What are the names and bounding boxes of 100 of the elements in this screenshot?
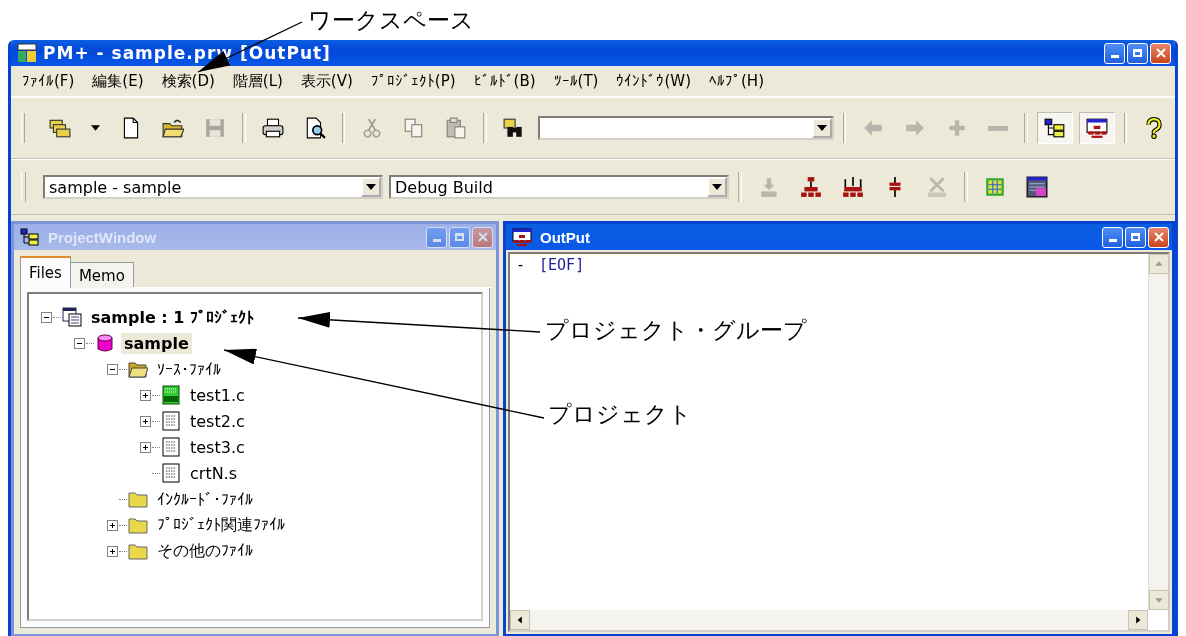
folder-icon	[162, 117, 185, 139]
minus-icon	[77, 340, 82, 346]
tree-item[interactable]: ｲﾝｸﾙｰﾄﾞ･ﾌｧｲﾙ	[154, 488, 256, 510]
menu-item[interactable]: 階層(L)	[225, 69, 290, 93]
bricks-arrows-icon	[842, 176, 864, 198]
expand-toggle[interactable]	[107, 545, 118, 557]
maximize-button[interactable]	[1127, 42, 1148, 64]
pane-title: ProjectWindow	[48, 228, 158, 246]
tree-icon	[1043, 117, 1066, 139]
caret-icon	[366, 184, 376, 190]
printer-icon	[261, 117, 284, 139]
plus-icon	[143, 444, 148, 450]
tree-item[interactable]: test1.c	[187, 384, 248, 406]
expand-toggle[interactable]	[140, 389, 151, 401]
pane-title: OutPut	[540, 228, 591, 246]
callout-label: プロジェクト	[548, 400, 692, 428]
bricks-arrow-icon	[800, 176, 822, 198]
caret-icon	[712, 184, 722, 190]
plus-icon	[110, 548, 115, 554]
tree-icon	[20, 227, 40, 247]
combo-box[interactable]: Debug Build	[389, 175, 729, 199]
menu-item[interactable]: ﾂｰﾙ(T)	[546, 70, 606, 92]
tab[interactable]: Files	[20, 256, 71, 288]
horizontal-scrollbar[interactable]	[510, 610, 1148, 630]
folder-icon	[128, 489, 148, 509]
maximize-icon	[1131, 233, 1140, 241]
plus-icon	[143, 418, 148, 424]
binoculars-icon	[502, 117, 525, 139]
dropdown-button[interactable]	[707, 177, 727, 197]
menu-item[interactable]: 編集(E)	[85, 69, 151, 93]
scroll-right-button[interactable]	[1128, 610, 1148, 630]
menu-item[interactable]: ｳｲﾝﾄﾞｳ(W)	[609, 70, 698, 92]
dropdown-button[interactable]	[811, 118, 832, 138]
maximize-button[interactable]	[1125, 226, 1146, 248]
caret-icon	[91, 125, 101, 131]
minimize-icon	[1110, 55, 1119, 58]
cylinder-icon	[95, 333, 115, 353]
expand-toggle[interactable]	[140, 415, 151, 427]
file-icon	[161, 411, 181, 431]
minus-icon	[988, 125, 1009, 131]
menu-item[interactable]: 検索(D)	[154, 69, 222, 93]
output-window-button[interactable]	[1078, 112, 1115, 144]
minimize-icon	[1108, 239, 1117, 242]
tab[interactable]: Memo	[69, 262, 134, 288]
line-marker: -	[516, 256, 526, 274]
tree-item[interactable]: test3.c	[187, 436, 248, 458]
file-icon	[161, 437, 181, 457]
tree-item[interactable]: ﾌﾟﾛｼﾞｪｸﾄ関連ﾌｧｲﾙ	[154, 513, 288, 537]
collapse-toggle[interactable]	[107, 363, 118, 375]
tree-item[interactable]: その他のﾌｧｲﾙ	[154, 539, 256, 563]
plus-icon	[110, 522, 115, 528]
plus-icon	[143, 392, 148, 398]
maximize-icon	[455, 233, 464, 241]
folders-icon	[49, 117, 72, 139]
minimize-button[interactable]	[1104, 42, 1125, 64]
window-grid-icon	[1026, 176, 1048, 198]
clipboard-icon	[445, 117, 468, 139]
minus-icon	[110, 366, 115, 372]
tree-item[interactable]: sample	[121, 332, 192, 354]
caret-icon	[816, 125, 827, 131]
dropdown-button[interactable]	[361, 177, 381, 197]
window-bricks-icon	[1085, 117, 1108, 139]
minimize-icon	[432, 239, 441, 242]
window-title: PM+ - sample.prw [OutPut]	[43, 43, 332, 63]
menu-item[interactable]: 表示(V)	[293, 69, 360, 93]
close-icon	[477, 232, 488, 242]
tree-item[interactable]: crtN.s	[187, 462, 241, 484]
window-bricks-icon	[512, 227, 532, 247]
callout-label: プロジェクト・グループ	[545, 316, 807, 344]
bricks-cross-icon	[926, 176, 948, 198]
menu-item[interactable]: ﾌｧｲﾙ(F)	[15, 70, 82, 92]
download-arrow-icon	[758, 176, 780, 198]
callout-label: ワークスペース	[308, 6, 474, 34]
combo-box[interactable]	[537, 116, 834, 140]
tree-item[interactable]: test2.c	[187, 410, 248, 432]
chip-icon	[984, 176, 1006, 198]
menu-item[interactable]: ﾍﾙﾌﾟ(H)	[702, 70, 771, 92]
tree-item[interactable]: sample : 1 ﾌﾟﾛｼﾞｪｸﾄ	[88, 306, 258, 328]
maximize-icon	[1133, 49, 1142, 57]
collapse-toggle[interactable]	[74, 337, 85, 349]
expand-toggle[interactable]	[140, 441, 151, 453]
collapse-toggle[interactable]	[41, 311, 52, 323]
scroll-left-button[interactable]	[510, 610, 530, 630]
menu-item[interactable]: ﾌﾟﾛｼﾞｪｸﾄ(P)	[363, 70, 463, 92]
folder-icon	[128, 541, 148, 561]
scissors-icon	[361, 117, 384, 139]
close-button[interactable]	[1148, 226, 1169, 248]
menu-item[interactable]: ﾋﾞﾙﾄﾞ(B)	[466, 70, 543, 92]
minus-icon	[44, 314, 49, 320]
documents-icon	[62, 307, 82, 327]
project-window-button[interactable]	[1036, 112, 1073, 144]
close-icon	[1153, 232, 1164, 242]
folder-icon	[128, 515, 148, 535]
combo-box[interactable]: sample - sample	[43, 175, 383, 199]
minimize-button[interactable]	[1102, 226, 1123, 248]
output-line: [EOF]	[539, 256, 585, 274]
close-icon	[1155, 48, 1166, 58]
close-button[interactable]	[1150, 42, 1171, 64]
tree-item[interactable]: ｿｰｽ･ﾌｧｲﾙ	[154, 358, 224, 380]
expand-toggle[interactable]	[107, 519, 118, 531]
